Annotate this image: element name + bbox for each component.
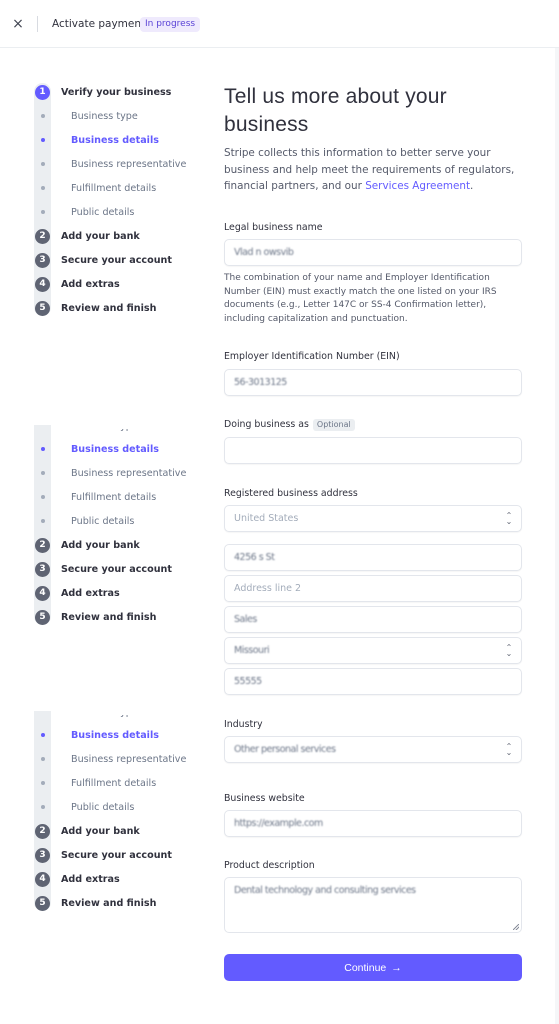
substep-label: Business representative [71,467,187,479]
progress-stepper-sticky: Business type Business details Business re… [34,425,214,625]
bullet-icon [40,495,45,499]
website-input[interactable]: https://example.com [224,810,522,837]
bullet-icon [40,186,45,190]
step-label: Add your bank [61,230,140,242]
product-description-label: Product description [224,860,315,871]
chevron-updown-icon: ⌃ ⌄ [505,511,513,526]
substep-label: Public details [71,801,135,813]
substep-label: Business details [71,729,159,741]
arrow-right-icon: → [391,961,402,974]
substep-label: Business representative [71,753,187,765]
step-number-badge: 2 [35,537,50,553]
divider [37,16,38,32]
substep-label: Fulfillment details [71,777,157,789]
bullet-icon [40,138,45,142]
chevron-updown-icon: ⌃ ⌄ [505,742,513,757]
step-number-badge: 4 [35,276,50,292]
step-label: Secure your account [61,849,172,861]
substep-label: Business type [71,429,138,434]
intro-text: Stripe collects this information to bett… [224,147,515,192]
state-select[interactable]: Missouri ⌃ ⌄ [224,637,522,664]
substep-label: Fulfillment details [71,491,157,503]
substep-label: Business representative [71,158,187,170]
substep-label: Business type [71,110,138,122]
ein-label: Employer Identification Number (EIN) [224,351,400,362]
progress-stepper-sticky: Business type Business details Business re… [34,711,214,911]
page-scrollbar[interactable] [555,48,559,1024]
step-label: Add extras [61,587,120,599]
step-label: Secure your account [61,563,172,575]
step-number-badge: 2 [35,823,50,839]
step-number-badge: 2 [35,228,50,244]
city-input[interactable]: Sales [224,606,522,633]
substep-label: Business details [71,443,159,455]
progress-stepper: 1 Verify your business Business type Busine… [34,83,214,318]
address-label: Registered business address [224,488,358,499]
industry-label: Industry [224,719,263,730]
status-badge: In progress [140,17,201,32]
step-number-badge: 1 [35,84,50,100]
dba-label: Doing business as Optional [224,418,355,432]
legal-name-input[interactable]: Vlad n owsvib [224,239,522,266]
close-icon: × [12,16,24,32]
legal-name-help-text: The combination of your name and Employe… [224,273,497,324]
bullet-icon [40,447,45,451]
step-label: Secure your account [61,254,172,266]
zip-input[interactable]: 55555 [224,668,522,695]
bullet-icon [40,757,45,761]
close-button[interactable]: × [11,16,25,32]
bullet-icon [40,162,45,166]
product-description-textarea[interactable]: Dental technology and consulting service… [224,877,522,933]
step-number-badge: 5 [35,300,50,316]
step-label: Review and finish [61,897,157,909]
dba-input[interactable] [224,437,522,464]
step-number-badge: 4 [35,585,50,601]
step-label: Add extras [61,873,120,885]
step-label: Add your bank [61,539,140,551]
bullet-icon [40,519,45,523]
step-label: Review and finish [61,302,157,314]
resize-handle-icon[interactable] [513,924,519,930]
step-number-badge: 3 [35,252,50,268]
step-number-badge: 5 [35,609,50,625]
continue-button[interactable]: Continue → [224,954,522,981]
address-line2-input[interactable]: Address line 2 [224,575,522,602]
optional-badge: Optional [312,419,355,431]
top-bar: × Activate payments In progress [0,0,559,48]
step-label: Add extras [61,278,120,290]
page-header-title: Activate payments [52,18,151,30]
substep-label: Business type [71,715,138,720]
ein-input[interactable]: 56-3013125 [224,369,522,396]
bullet-icon [40,781,45,785]
bullet-icon [40,114,45,118]
legal-name-label: Legal business name [224,222,323,233]
step-label: Review and finish [61,611,157,623]
website-label: Business website [224,793,305,804]
page-title: Tell us more about your business [224,85,447,136]
bullet-icon [40,471,45,475]
chevron-updown-icon: ⌃ ⌄ [505,643,513,658]
step-number-badge: 5 [35,895,50,911]
bullet-icon [40,210,45,214]
step-label: Verify your business [61,86,172,98]
bullet-icon [40,733,45,737]
country-select[interactable]: United States ⌃ ⌄ [224,505,522,532]
address-line1-input[interactable]: 4256 s St [224,544,522,571]
substep-label: Public details [71,206,135,218]
bullet-icon [40,805,45,809]
step-number-badge: 4 [35,871,50,887]
substep-label: Public details [71,515,135,527]
substep-label: Fulfillment details [71,182,157,194]
step-number-badge: 3 [35,847,50,863]
step-number-badge: 3 [35,561,50,577]
substep-label: Business details [71,134,159,146]
step-label: Add your bank [61,825,140,837]
industry-select[interactable]: Other personal services ⌃ ⌄ [224,736,522,763]
services-agreement-link[interactable]: Services Agreement [365,180,470,192]
